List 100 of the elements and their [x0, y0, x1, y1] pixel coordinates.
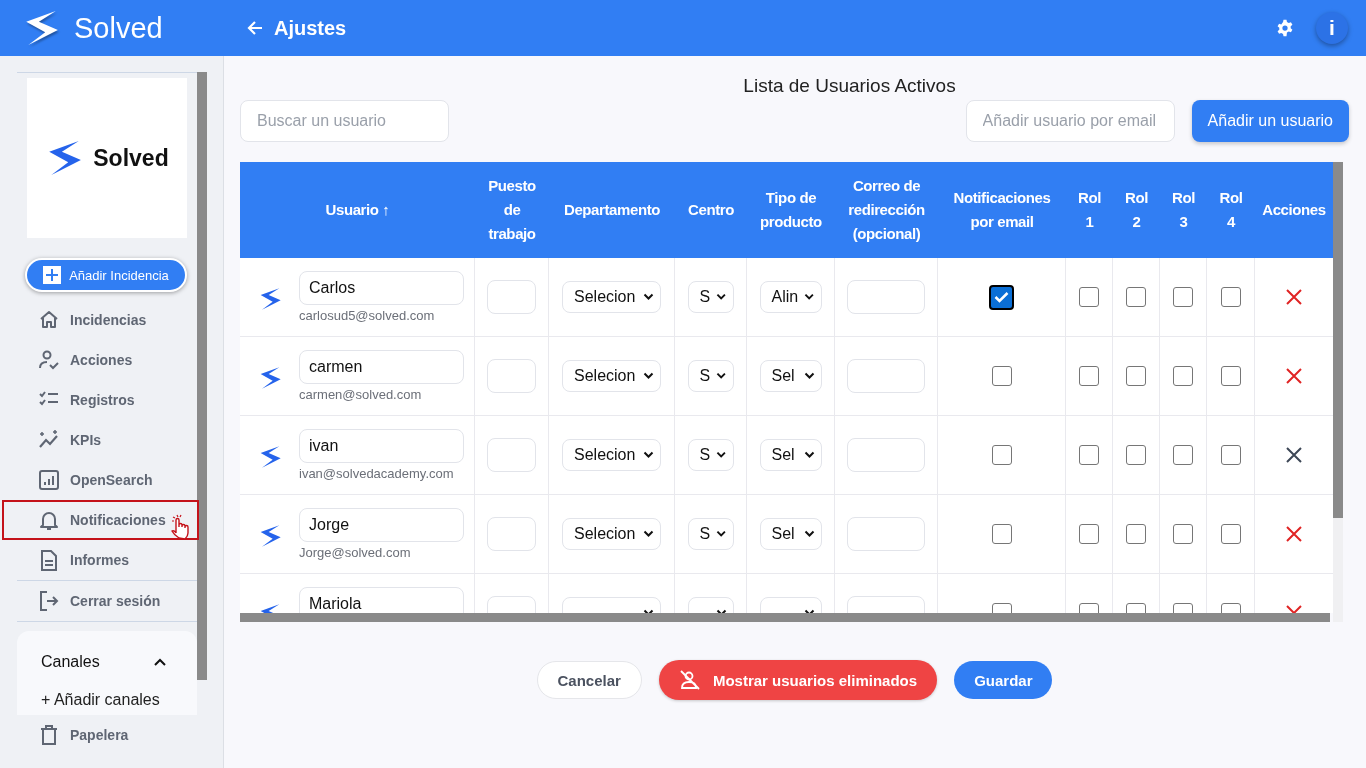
- name-field[interactable]: carmen: [299, 350, 464, 384]
- add-incident-button[interactable]: Añadir Incidencia: [25, 258, 187, 292]
- checkbox[interactable]: [1079, 445, 1099, 465]
- logo-text: Solved: [93, 144, 169, 172]
- column-header[interactable]: Usuario ↑: [319, 198, 396, 222]
- checkbox[interactable]: [1079, 287, 1099, 307]
- dropdown[interactable]: Selecion: [562, 518, 661, 550]
- checkbox[interactable]: [989, 284, 1014, 310]
- chevron-down-icon: [643, 530, 654, 538]
- document-icon: [38, 549, 60, 571]
- checkbox[interactable]: [1126, 366, 1146, 386]
- chevron-down-icon: [643, 451, 654, 459]
- save-button[interactable]: Guardar: [954, 661, 1053, 699]
- delete-icon[interactable]: [1286, 368, 1302, 384]
- add-user-button[interactable]: Añadir un usuario: [1191, 100, 1349, 142]
- checkbox[interactable]: [1173, 287, 1193, 307]
- input-field[interactable]: [847, 280, 925, 314]
- user-email: carmen@solved.com: [299, 387, 423, 402]
- dropdown[interactable]: Sel: [759, 360, 822, 392]
- back-arrow-icon[interactable]: [246, 19, 264, 37]
- show-deleted-button[interactable]: Mostrar usuarios eliminados: [658, 660, 938, 700]
- chevron-down-icon: [643, 293, 654, 301]
- dropdown[interactable]: S: [687, 360, 734, 392]
- dropdown[interactable]: Selecion: [562, 439, 661, 471]
- column-header: Rol 3: [1171, 188, 1196, 232]
- user-off-icon: [678, 669, 701, 691]
- column-header: Notificaciones por email: [952, 188, 1052, 232]
- column-header: Acciones: [1261, 200, 1327, 220]
- sidebar-item[interactable]: Acciones: [17, 340, 197, 380]
- add-channels-link[interactable]: + Añadir canales: [41, 691, 197, 709]
- settings-icon[interactable]: [1276, 19, 1294, 37]
- sidebar-item[interactable]: Incidencias: [17, 300, 197, 340]
- name-field[interactable]: ivan: [299, 429, 464, 463]
- checkbox[interactable]: [1173, 445, 1193, 465]
- sidebar-item[interactable]: Registros: [17, 380, 197, 420]
- input-field[interactable]: [487, 280, 536, 314]
- checkbox[interactable]: [1220, 524, 1241, 544]
- scrollbar[interactable]: [240, 613, 1330, 622]
- dropdown[interactable]: S: [687, 281, 734, 313]
- trash-icon: [38, 724, 60, 746]
- dropdown[interactable]: Selecion: [562, 281, 661, 313]
- name-field[interactable]: Jorge: [299, 508, 464, 542]
- input-field[interactable]: [487, 359, 536, 393]
- user-email: Jorge@solved.com: [299, 545, 412, 560]
- checkbox[interactable]: [1079, 524, 1099, 544]
- checkbox[interactable]: [1079, 366, 1099, 386]
- input-field[interactable]: [847, 359, 925, 393]
- checkbox[interactable]: [991, 445, 1012, 465]
- checkbox[interactable]: [991, 524, 1012, 544]
- sidebar-item[interactable]: Cerrar sesión: [17, 581, 197, 621]
- chevron-up-icon[interactable]: [153, 657, 167, 667]
- chevron-down-icon: [716, 293, 727, 301]
- scrollbar[interactable]: [1333, 162, 1343, 622]
- input-field[interactable]: [847, 438, 925, 472]
- checkbox[interactable]: [1220, 366, 1241, 386]
- dropdown[interactable]: Sel: [759, 518, 822, 550]
- chevron-down-icon: [803, 451, 815, 459]
- dropdown[interactable]: Sel: [759, 439, 822, 471]
- chevron-down-icon: [803, 530, 815, 538]
- column-header: Rol 1: [1077, 188, 1102, 232]
- column-header: Centro: [687, 200, 735, 220]
- column-header: Departamento: [562, 200, 662, 220]
- dropdown[interactable]: S: [687, 439, 734, 471]
- sidebar-item[interactable]: Papelera: [17, 715, 197, 755]
- dropdown[interactable]: S: [687, 518, 734, 550]
- checkbox[interactable]: [1126, 287, 1146, 307]
- info-button[interactable]: i: [1316, 12, 1348, 44]
- user-email: carlosud5@solved.com: [299, 308, 436, 323]
- scrollbar-thumb[interactable]: [1333, 162, 1343, 518]
- checkbox[interactable]: [1220, 445, 1241, 465]
- delete-icon[interactable]: [1286, 447, 1302, 463]
- dropdown[interactable]: Alin: [759, 281, 822, 313]
- sidebar-item[interactable]: Informes: [17, 540, 197, 580]
- email-field[interactable]: Añadir usuario por email: [965, 100, 1175, 142]
- column-header: Tipo de producto: [759, 188, 823, 232]
- dropdown[interactable]: Selecion: [562, 360, 661, 392]
- channels-title: Canales: [41, 653, 100, 671]
- chevron-down-icon: [804, 293, 815, 301]
- checkbox[interactable]: [991, 366, 1012, 386]
- input-field[interactable]: [487, 438, 536, 472]
- checkbox[interactable]: [1126, 445, 1146, 465]
- delete-icon[interactable]: [1286, 289, 1302, 305]
- app-name: Solved: [74, 11, 163, 45]
- input-field[interactable]: [487, 517, 536, 551]
- checkbox[interactable]: [1220, 287, 1241, 307]
- delete-icon[interactable]: [1286, 526, 1302, 542]
- scrollbar[interactable]: [197, 72, 207, 680]
- sidebar-item[interactable]: OpenSearch: [17, 460, 197, 500]
- cancel-button[interactable]: Cancelar: [536, 661, 642, 699]
- checkbox[interactable]: [1173, 524, 1193, 544]
- sidebar-item[interactable]: Notificaciones: [2, 500, 199, 540]
- person-check-icon: [38, 349, 60, 371]
- chevron-down-icon: [643, 372, 654, 380]
- name-field[interactable]: Carlos: [299, 271, 464, 305]
- sidebar-item[interactable]: KPIs: [17, 420, 197, 460]
- search-field[interactable]: Buscar un usuario: [240, 100, 449, 142]
- checkbox[interactable]: [1173, 366, 1193, 386]
- input-field[interactable]: [847, 517, 925, 551]
- checkbox[interactable]: [1126, 524, 1146, 544]
- user-email: ivan@solvedacademy.com: [299, 466, 455, 481]
